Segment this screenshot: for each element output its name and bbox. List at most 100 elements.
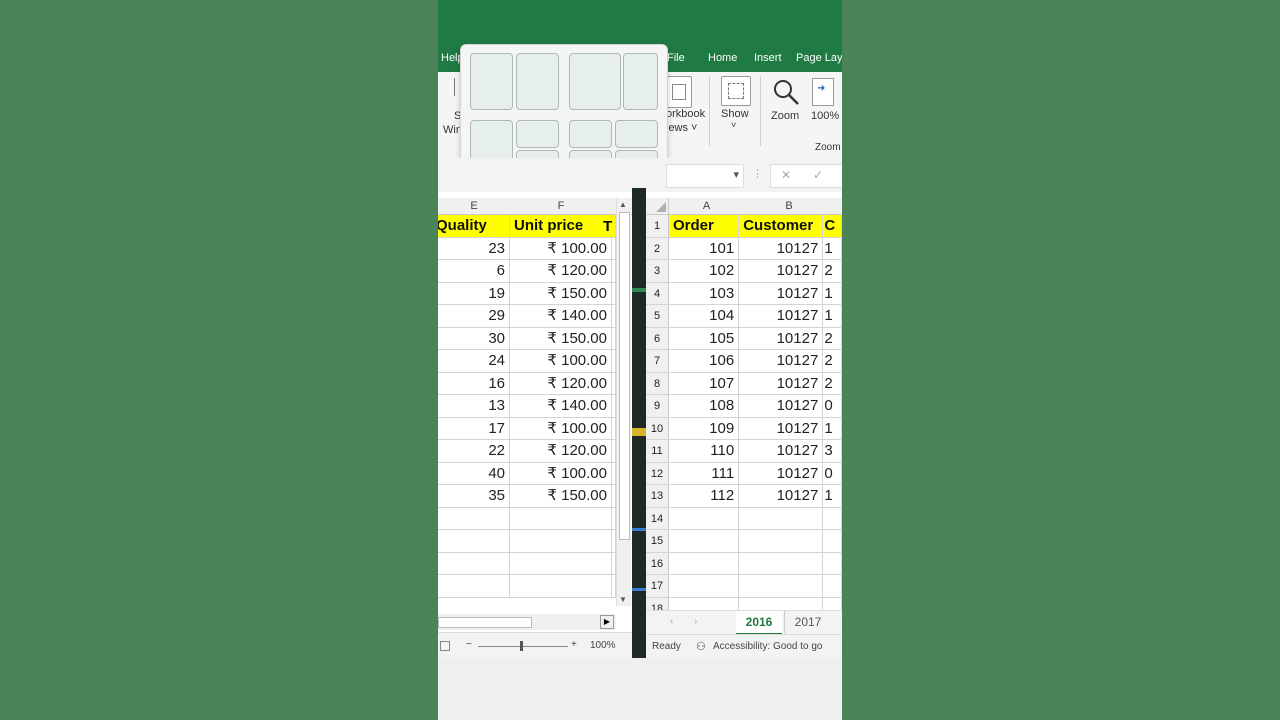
enter-icon[interactable]: ✓: [813, 168, 823, 182]
zoom-100-icon[interactable]: ➜: [812, 78, 834, 106]
row-header[interactable]: 9: [646, 395, 669, 418]
cell-order[interactable]: 109: [669, 417, 740, 440]
cell-order[interactable]: 108: [669, 395, 740, 418]
scrollbar-thumb[interactable]: [619, 212, 630, 540]
cell-customer[interactable]: 10127: [739, 372, 824, 395]
cell-quality[interactable]: 40: [438, 462, 510, 485]
accessibility-icon[interactable]: ⚇: [696, 640, 706, 653]
cell-unit-price[interactable]: ₹ 120.00: [510, 372, 612, 395]
empty-cell[interactable]: [510, 507, 612, 530]
snap-layout-quad-top-left[interactable]: [569, 120, 612, 148]
snap-layout-half-left[interactable]: [470, 53, 513, 110]
cell-unit-price[interactable]: ₹ 150.00: [510, 327, 612, 350]
sheet-scroll-left-icon[interactable]: ‹: [670, 616, 673, 627]
cell-quality[interactable]: 13: [438, 395, 510, 418]
cell-customer[interactable]: 10127: [739, 485, 824, 508]
sheet-scroll-right-icon[interactable]: ›: [694, 616, 697, 627]
empty-cell[interactable]: [669, 507, 739, 530]
row-header[interactable]: 6: [646, 327, 669, 350]
cell-quality[interactable]: 22: [438, 440, 510, 463]
zoom-level[interactable]: 100%: [590, 640, 616, 651]
scroll-right-icon[interactable]: ▶: [600, 615, 614, 629]
cancel-icon[interactable]: ✕: [781, 168, 791, 182]
snap-layout-quad-top-right[interactable]: [615, 120, 658, 148]
cell-customer[interactable]: 10127: [739, 327, 824, 350]
zoom-magnifier-icon[interactable]: [772, 78, 800, 106]
show-label[interactable]: Show: [721, 108, 749, 120]
cell-unit-price[interactable]: ₹ 150.00: [510, 485, 612, 508]
empty-cell[interactable]: [738, 575, 823, 598]
row-header[interactable]: 12: [646, 462, 669, 485]
formula-input[interactable]: ✕ ✓: [770, 164, 842, 188]
column-header-c[interactable]: [834, 198, 842, 215]
cell-c-fragment[interactable]: 0: [823, 462, 842, 485]
row-header[interactable]: 14: [646, 507, 669, 530]
empty-cell[interactable]: [738, 530, 823, 553]
cell-quality[interactable]: 29: [438, 305, 510, 328]
zoom-button-label[interactable]: Zoom: [771, 110, 799, 122]
empty-cell[interactable]: [822, 552, 842, 575]
row-header[interactable]: 5: [646, 305, 669, 328]
column-header-f[interactable]: F: [510, 198, 613, 215]
horizontal-scrollbar-thumb[interactable]: [438, 617, 532, 628]
cell-order[interactable]: 112: [669, 485, 740, 508]
cell-quality[interactable]: 17: [438, 417, 510, 440]
empty-cell[interactable]: [510, 530, 612, 553]
empty-cell[interactable]: [822, 530, 842, 553]
cell-unit-price[interactable]: ₹ 120.00: [510, 260, 612, 283]
snap-layout-top-right[interactable]: [516, 120, 559, 148]
column-header-b[interactable]: B: [744, 198, 835, 215]
tab-home[interactable]: Home: [708, 52, 737, 64]
row-header[interactable]: 7: [646, 350, 669, 373]
cell-quality[interactable]: 16: [438, 372, 510, 395]
cell-unit-price[interactable]: ₹ 100.00: [510, 417, 612, 440]
cell-c-fragment[interactable]: 1: [823, 305, 842, 328]
sheet-tab-2016[interactable]: 2016: [736, 611, 782, 635]
cell-c-fragment[interactable]: 2: [823, 372, 842, 395]
cell-customer[interactable]: 10127: [739, 440, 824, 463]
cell-c-fragment[interactable]: 2: [823, 260, 842, 283]
cell-c-fragment[interactable]: 1: [823, 282, 842, 305]
cell-customer[interactable]: 10127: [739, 350, 824, 373]
name-box[interactable]: ▾: [666, 164, 744, 188]
cell-customer[interactable]: 10127: [739, 462, 824, 485]
empty-cell[interactable]: [669, 530, 739, 553]
cell-customer[interactable]: 10127: [739, 260, 824, 283]
cell-unit-price[interactable]: ₹ 120.00: [510, 440, 612, 463]
cell-order[interactable]: 106: [669, 350, 740, 373]
cell-unit-price[interactable]: ₹ 140.00: [510, 305, 612, 328]
row-header[interactable]: 4: [646, 282, 669, 305]
cell-unit-price[interactable]: ₹ 100.00: [510, 237, 612, 260]
cell-order[interactable]: 102: [669, 260, 740, 283]
empty-cell[interactable]: [822, 575, 842, 598]
cell-unit-price[interactable]: ₹ 140.00: [510, 395, 612, 418]
row-header[interactable]: 11: [646, 440, 669, 463]
row-header[interactable]: 13: [646, 485, 669, 508]
empty-cell[interactable]: [822, 507, 842, 530]
sheet-tab-2017[interactable]: 2017: [784, 611, 831, 633]
row-header[interactable]: 16: [646, 552, 669, 575]
cell-quality[interactable]: 30: [438, 327, 510, 350]
cell-c-fragment[interactable]: 1: [823, 417, 842, 440]
empty-cell[interactable]: [438, 530, 510, 553]
empty-cell[interactable]: [738, 552, 823, 575]
cell-unit-price[interactable]: ₹ 100.00: [510, 350, 612, 373]
select-all-corner[interactable]: [646, 198, 669, 215]
cell-quality[interactable]: 6: [438, 260, 510, 283]
page-view-icon[interactable]: [440, 641, 450, 651]
header-unit-price[interactable]: Unit price: [510, 215, 612, 238]
empty-cell[interactable]: [510, 552, 612, 575]
empty-cell[interactable]: [438, 552, 510, 575]
column-header-a[interactable]: A: [669, 198, 745, 215]
tab-insert[interactable]: Insert: [754, 52, 782, 64]
cell-customer[interactable]: 10127: [739, 395, 824, 418]
cell-order[interactable]: 110: [669, 440, 740, 463]
empty-cell[interactable]: [510, 575, 612, 598]
cell-quality[interactable]: 23: [438, 237, 510, 260]
cell-order[interactable]: 107: [669, 372, 740, 395]
empty-cell[interactable]: [438, 575, 510, 598]
row-header[interactable]: 15: [646, 530, 669, 553]
header-quality[interactable]: Quality: [438, 215, 510, 238]
empty-cell[interactable]: [738, 507, 823, 530]
show-icon[interactable]: [721, 76, 751, 106]
